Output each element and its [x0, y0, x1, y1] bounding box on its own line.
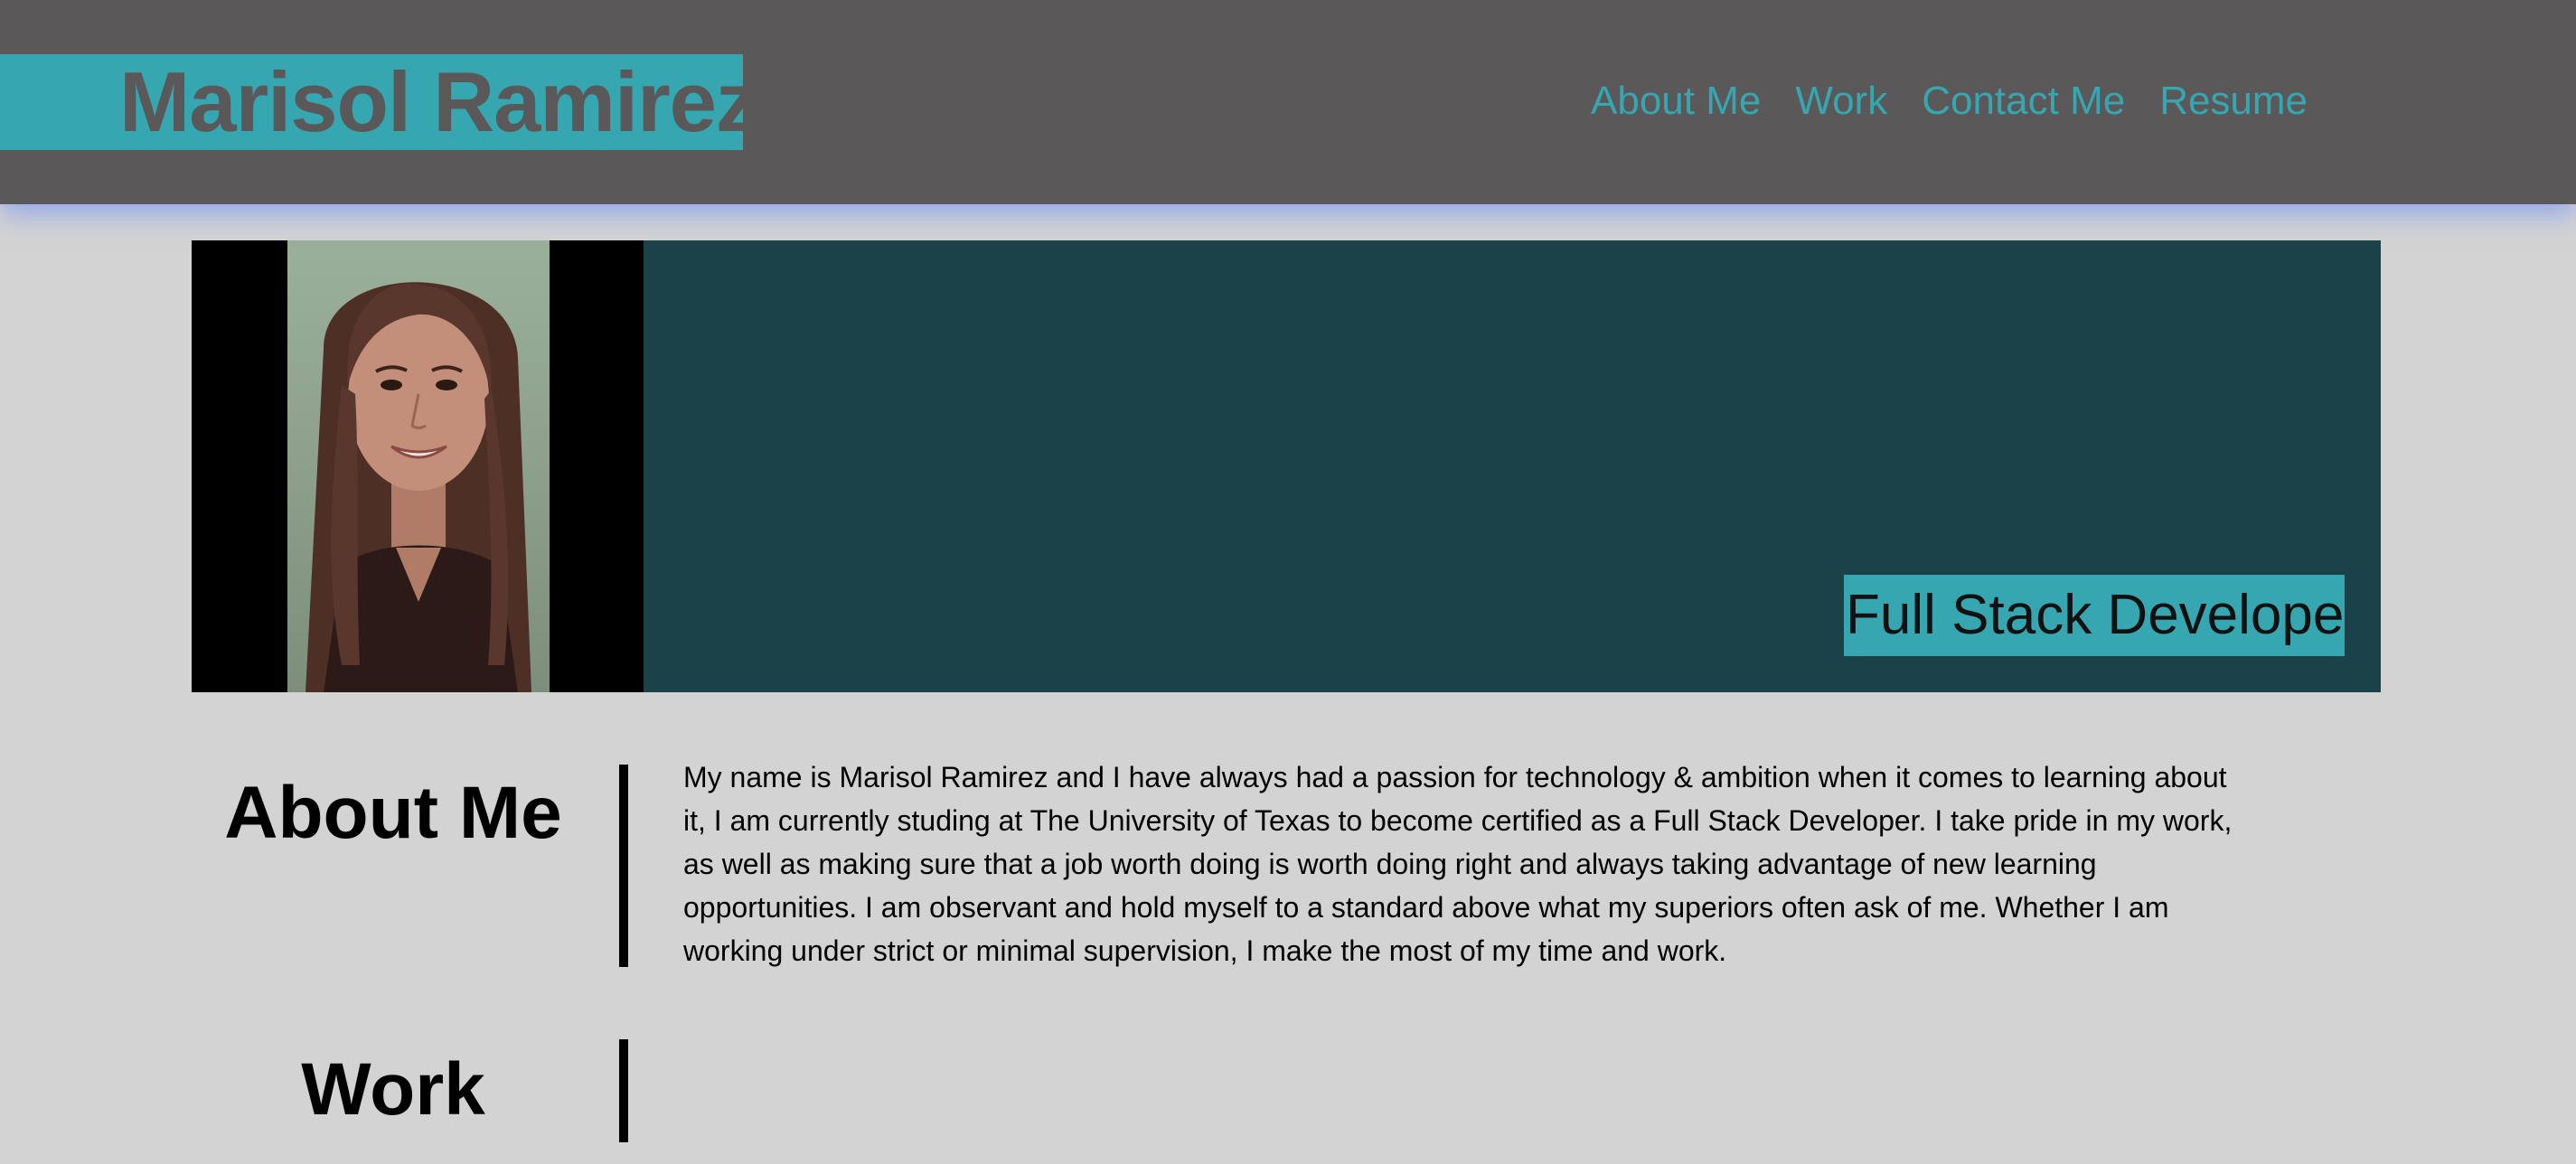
role-badge: Full Stack Developer — [1844, 575, 2345, 656]
work-divider — [619, 1039, 628, 1142]
about-divider — [619, 765, 628, 967]
profile-photo-frame — [192, 240, 644, 692]
section-title-about-me: About Me — [224, 772, 562, 854]
section-title-work: Work — [301, 1048, 485, 1131]
nav-link-work[interactable]: Work — [1795, 76, 1887, 127]
nav-link-resume[interactable]: Resume — [2159, 76, 2308, 127]
site-header: Marisol Ramirez About Me Work Contact Me… — [0, 0, 2576, 204]
nav-link-about-me[interactable]: About Me — [1591, 76, 1761, 127]
logo-banner: Marisol Ramirez — [0, 54, 758, 150]
nav-link-contact-me[interactable]: Contact Me — [1922, 76, 2125, 127]
site-name: Marisol Ramirez — [119, 54, 758, 149]
about-description: My name is Marisol Ramirez and I have al… — [683, 761, 2233, 967]
main-nav: About Me Work Contact Me Resume — [1591, 76, 2308, 127]
hero-banner: Full Stack Developer — [192, 240, 2381, 692]
profile-photo — [287, 240, 550, 692]
